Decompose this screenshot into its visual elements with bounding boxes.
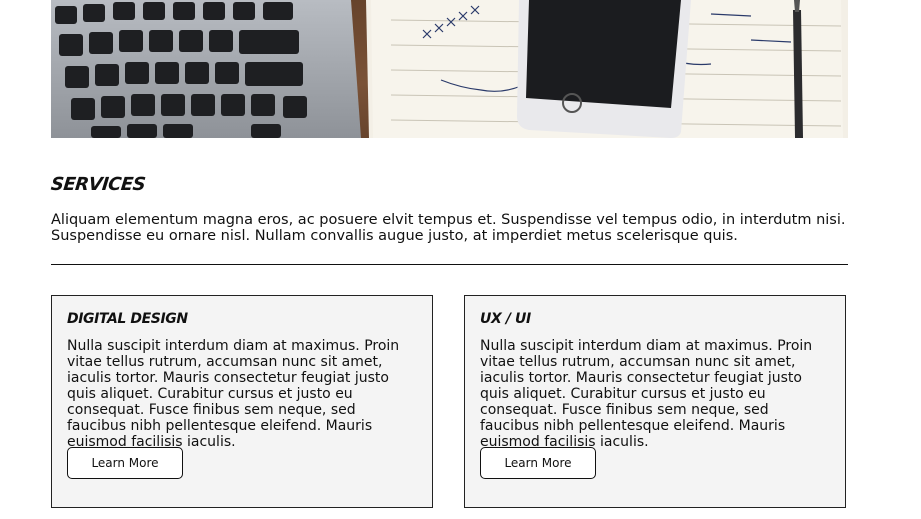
hero-image <box>51 0 848 138</box>
learn-more-button[interactable]: Learn More <box>480 447 596 479</box>
card-body-text: Nulla suscipit interdum diam at maximus.… <box>480 338 813 450</box>
section-divider <box>51 264 848 265</box>
service-card-digital-design: Digital Design Nulla suscipit interdum d… <box>51 295 433 508</box>
card-body-text: Nulla suscipit interdum diam at maximus.… <box>67 338 400 450</box>
service-card-ux-ui: UX / UI Nulla suscipit interdum diam at … <box>464 295 846 508</box>
services-intro-text: Aliquam elementum magna eros, ac posuere… <box>51 212 846 244</box>
hero-photo-illustration <box>51 0 848 138</box>
card-title: Digital Design <box>67 311 188 327</box>
services-heading: Services <box>49 174 147 195</box>
learn-more-button[interactable]: Learn More <box>67 447 183 479</box>
card-title: UX / UI <box>480 311 531 327</box>
